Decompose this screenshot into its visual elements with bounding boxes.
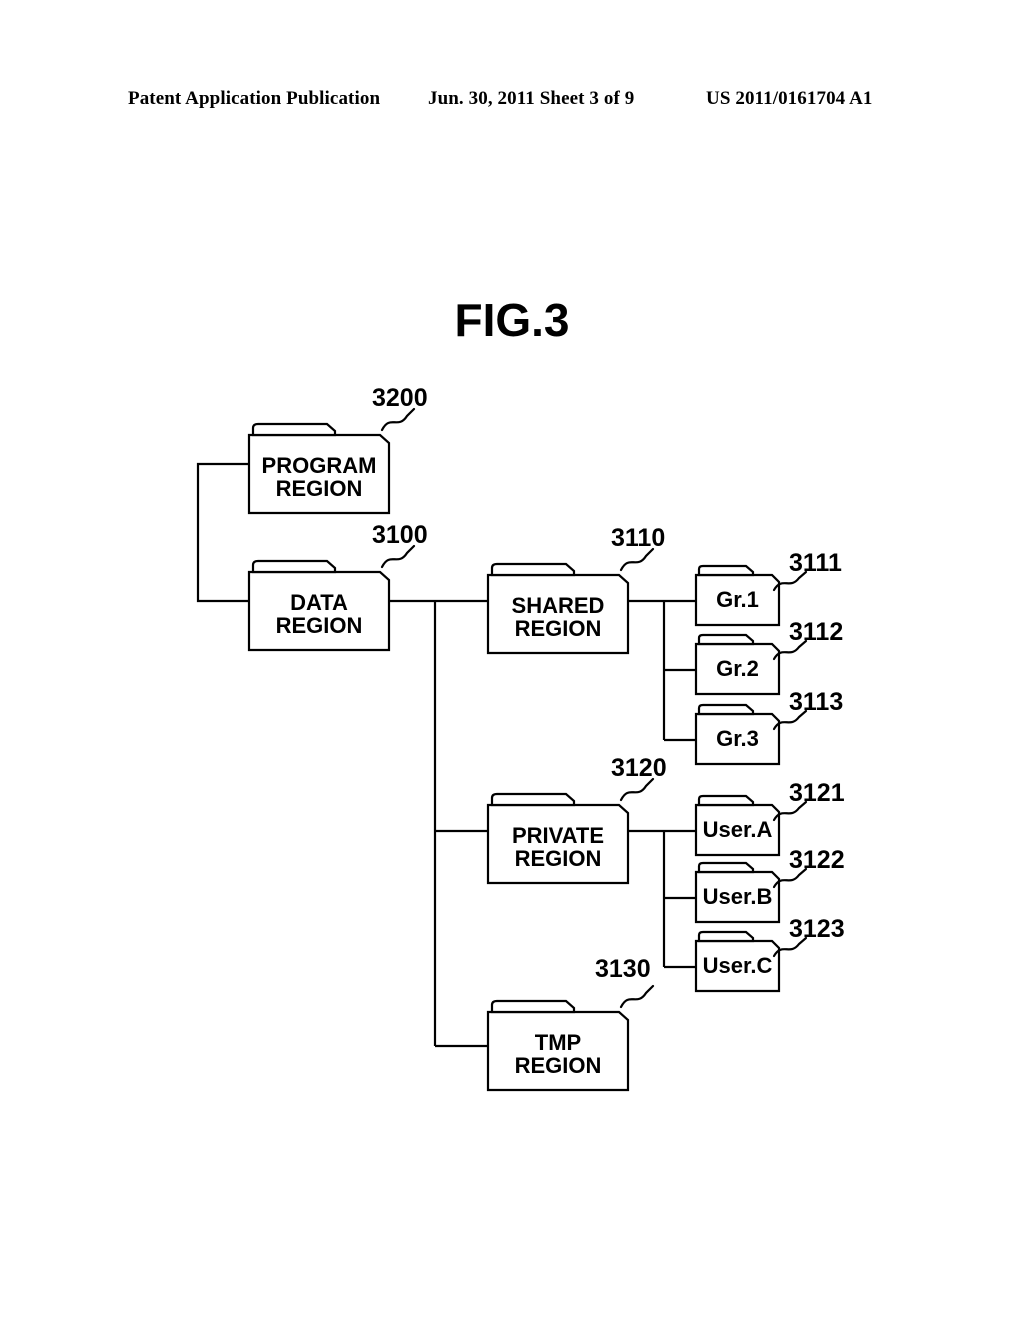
ref-numeral-3100: 3100: [372, 521, 428, 549]
ref-numeral-3122: 3122: [789, 846, 845, 874]
folder-tmp-region[interactable]: [486, 999, 630, 1092]
folder-private-region[interactable]: [486, 792, 630, 885]
folder-gr3[interactable]: [694, 703, 781, 766]
ref-numeral-3120: 3120: [611, 754, 667, 782]
folder-gr1[interactable]: [694, 564, 781, 627]
folder-user-b[interactable]: [694, 861, 781, 924]
ref-numeral-3110: 3110: [611, 524, 666, 552]
leader-3130: [619, 984, 655, 1009]
ref-numeral-3200: 3200: [372, 384, 428, 412]
folder-shared-region[interactable]: [486, 562, 630, 655]
connector-root-bracket: [196, 462, 249, 603]
folder-hierarchy-diagram: [196, 407, 808, 1092]
folder-gr2[interactable]: [694, 633, 781, 696]
folder-user-c[interactable]: [694, 930, 781, 993]
ref-numeral-3121: 3121: [789, 779, 845, 807]
folder-user-a[interactable]: [694, 794, 781, 857]
ref-numeral-3130: 3130: [595, 955, 651, 983]
ref-numeral-3113: 3113: [789, 688, 844, 716]
folder-data-region[interactable]: [247, 559, 391, 652]
ref-numeral-3111: 3111: [789, 549, 842, 577]
folder-program-region[interactable]: [247, 422, 391, 515]
ref-numeral-3123: 3123: [789, 915, 845, 943]
ref-numeral-3112: 3112: [789, 618, 844, 646]
folder-shapes: [247, 422, 781, 1092]
